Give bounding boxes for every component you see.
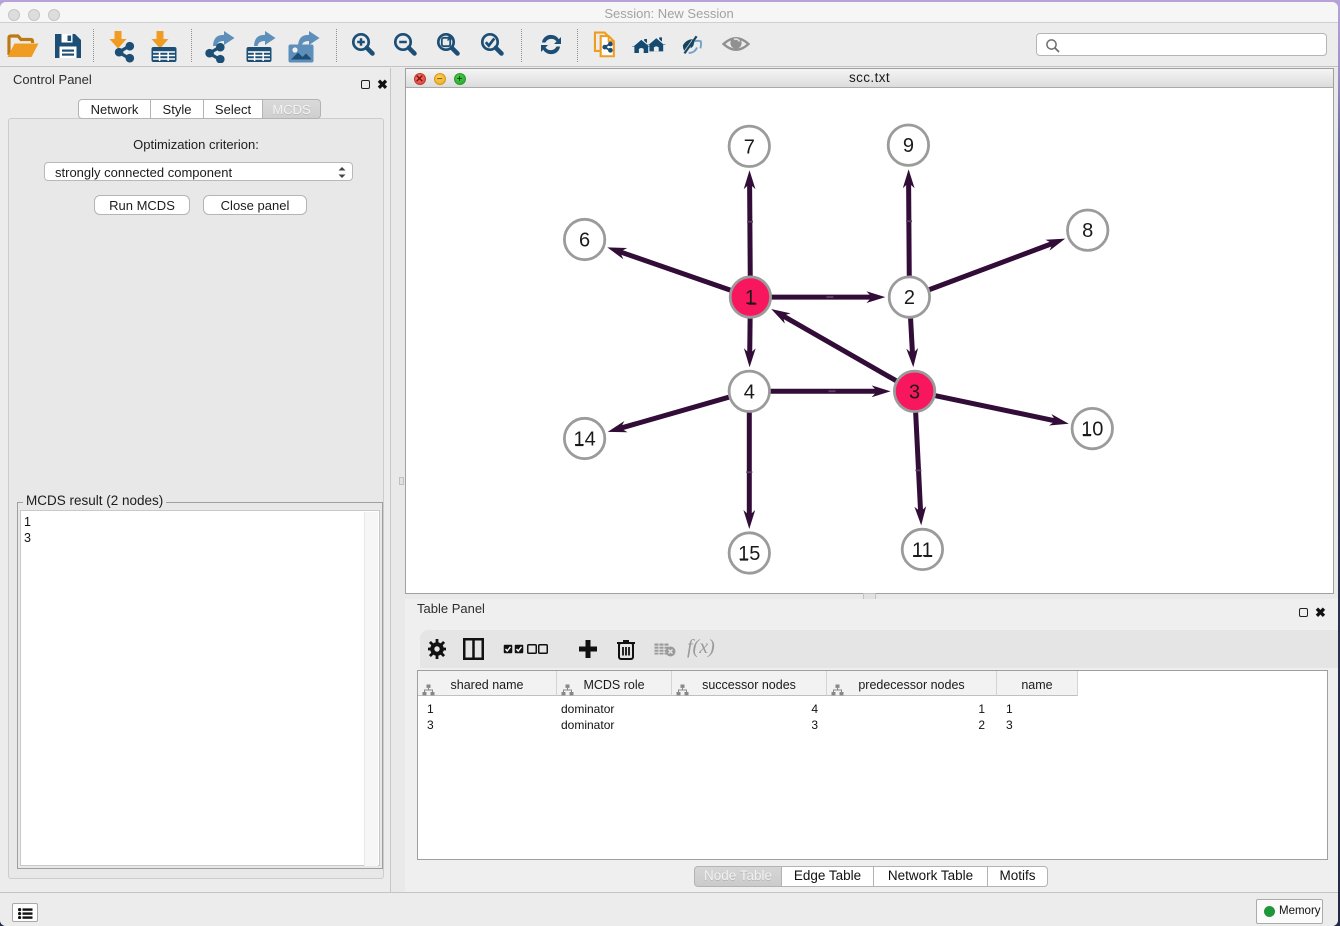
svg-text:6: 6: [579, 230, 590, 252]
svg-text:2: 2: [904, 287, 915, 309]
svg-text:9: 9: [903, 135, 914, 157]
svg-text:8: 8: [1082, 220, 1093, 242]
svg-text:15: 15: [738, 543, 760, 565]
svg-text:14: 14: [573, 429, 595, 451]
svg-text:4: 4: [744, 381, 755, 403]
svg-text:11: 11: [912, 539, 933, 561]
svg-text:3: 3: [909, 381, 920, 403]
svg-text:7: 7: [744, 136, 755, 158]
svg-text:10: 10: [1081, 419, 1103, 441]
svg-text:1: 1: [745, 287, 756, 309]
